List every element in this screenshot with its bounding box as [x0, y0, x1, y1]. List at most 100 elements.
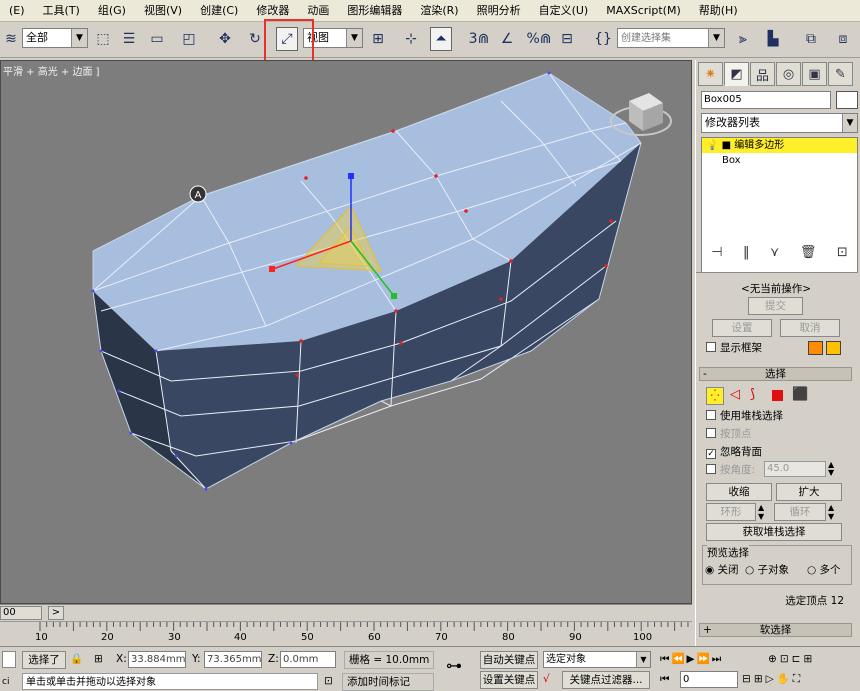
play-icon[interactable]: ▶ — [687, 653, 697, 665]
percent-snap-icon[interactable]: % ⋒ — [526, 27, 552, 51]
curve-editor-icon[interactable]: ⧈ — [832, 27, 854, 51]
preview-subobject-radio[interactable]: ○ 子对象 — [745, 562, 789, 577]
loop-button[interactable]: 循环 — [774, 503, 826, 521]
radio-icon[interactable]: ○ — [745, 564, 754, 576]
mirror-icon[interactable]: ⫸ — [732, 27, 754, 51]
key-selection-dropdown[interactable]: 选定对象 ▼ — [543, 651, 651, 668]
chevron-down-icon[interactable]: ▼ — [708, 29, 724, 47]
hand-icon[interactable]: ✋ — [777, 673, 793, 685]
menu-item[interactable]: 渲染(R) — [411, 0, 467, 22]
motion-tab-icon[interactable]: ◎ — [776, 62, 801, 86]
angle-snap-icon[interactable]: ∠ — [496, 27, 518, 51]
menu-item[interactable]: 视图(V) — [135, 0, 191, 22]
edge-level-icon[interactable]: ◁ — [730, 387, 740, 402]
time-slider[interactable]: 00 > — [0, 604, 692, 621]
show-end-result-icon[interactable]: ‖ — [743, 245, 750, 260]
cancel-button[interactable]: 取消 — [780, 319, 840, 337]
modify-tab-icon[interactable]: ◩ — [724, 62, 749, 86]
menu-item[interactable]: 图形编辑器 — [338, 0, 411, 22]
select-object-icon[interactable]: ⬚ — [92, 27, 114, 51]
viewport-canvas[interactable]: A — [1, 61, 692, 604]
lightbulb-icon[interactable]: 💡 — [706, 140, 718, 151]
create-tab-icon[interactable]: ✷ — [698, 62, 723, 86]
by-vertex-checkbox[interactable]: 按顶点 — [706, 427, 752, 441]
border-level-icon[interactable]: ⟆ — [750, 387, 755, 402]
named-selection-dropdown[interactable]: 创建选择集 ▼ — [617, 28, 725, 48]
zoom-all-icon[interactable]: ⊕ — [768, 653, 780, 665]
zoom-icon[interactable]: ⊞ — [754, 673, 766, 685]
checkbox-box[interactable] — [706, 428, 716, 438]
window-crossing-icon[interactable]: ◰ — [178, 27, 200, 51]
z-coord-field[interactable]: 0.0mm — [280, 651, 336, 668]
cage-selected-color-swatch[interactable] — [826, 341, 841, 355]
grow-button[interactable]: 扩大 — [776, 483, 842, 501]
radio-icon[interactable]: ○ — [807, 564, 816, 576]
chevron-down-icon[interactable]: ▼ — [842, 114, 857, 132]
time-slider-thumb[interactable]: 00 — [0, 606, 42, 620]
preview-multi-radio[interactable]: ○ 多个 — [807, 562, 841, 577]
ignore-backfacing-checkbox[interactable]: ✓ 忽略背面 — [706, 445, 762, 459]
checkbox-box[interactable] — [706, 464, 716, 474]
radio-selected-icon[interactable]: ◉ — [705, 564, 714, 576]
maxscript-listener-label[interactable]: ci — [2, 674, 9, 691]
walk-icon[interactable]: ⛶ — [793, 673, 803, 685]
key-filters-button[interactable]: 关键点过滤器... — [562, 671, 650, 689]
menu-item[interactable]: 组(G) — [89, 0, 135, 22]
get-stack-selection-button[interactable]: 获取堆栈选择 — [706, 523, 842, 541]
show-cage-checkbox[interactable]: 显示框架 — [706, 341, 762, 355]
chevron-down-icon[interactable]: ▼ — [71, 29, 87, 47]
use-stack-selection-checkbox[interactable]: 使用堆栈选择 — [706, 409, 783, 423]
align-icon[interactable]: ▙ — [762, 27, 784, 51]
selection-lock-icon[interactable]: 🔒 — [70, 651, 83, 668]
loop-spinner-icon[interactable]: ▲ ▼ — [828, 503, 838, 521]
collapse-icon[interactable]: - — [703, 368, 707, 380]
rotate-icon[interactable]: ↻ — [244, 27, 266, 51]
remove-modifier-icon[interactable]: 🗑 — [800, 245, 817, 260]
y-coord-field[interactable]: 73.365mm — [204, 651, 262, 668]
display-tab-icon[interactable]: ▣ — [802, 62, 827, 86]
auto-key-button[interactable]: 自动关键点 — [480, 651, 538, 669]
pin-stack-icon[interactable]: ⊣ — [711, 245, 722, 260]
menu-item[interactable]: 自定义(U) — [530, 0, 598, 22]
configure-sets-icon[interactable]: ⊡ — [837, 245, 848, 260]
chevron-down-icon[interactable]: ▼ — [346, 29, 362, 47]
selection-rollout-header[interactable]: - 选择 — [699, 367, 852, 381]
rect-selection-icon[interactable]: ▭ — [146, 27, 168, 51]
add-time-tag-button[interactable]: 添加时间标记 — [342, 673, 434, 691]
set-key-button[interactable]: 设置关键点 — [480, 671, 538, 689]
time-tag-icon[interactable]: ⊡ — [324, 673, 333, 690]
expand-icon[interactable]: ■ — [722, 140, 731, 151]
checkbox-box[interactable]: ✓ — [706, 449, 716, 459]
make-unique-icon[interactable]: ⋎ — [770, 245, 780, 260]
checkbox-box[interactable] — [706, 342, 716, 352]
next-key-icon[interactable]: ⏩ — [697, 653, 712, 665]
spinner-snap-icon[interactable]: ⊟ — [556, 27, 578, 51]
stack-item-edit-poly[interactable]: 💡 ■ 编辑多边形 — [702, 138, 857, 153]
next-frame-button[interactable]: > — [48, 606, 64, 620]
angle-value-field[interactable]: 45.0 — [764, 461, 826, 477]
current-frame-field[interactable]: 0 — [680, 671, 738, 688]
vertex-level-icon[interactable]: ⁛ — [706, 387, 724, 405]
viewport-label[interactable]: 平滑 + 高光 + 边面 ] — [3, 63, 100, 78]
pivot-center-icon[interactable]: ⊞ — [367, 27, 389, 51]
ring-button[interactable]: 环形 — [706, 503, 756, 521]
time-config-icon[interactable]: ⊟ — [742, 673, 754, 685]
x-coord-field[interactable]: 33.884mm — [128, 651, 186, 668]
move-icon[interactable]: ✥ — [214, 27, 236, 51]
modifier-list-dropdown[interactable]: 修改器列表 ▼ — [701, 113, 858, 133]
angle-spinner-icon[interactable]: ▲ ▼ — [828, 461, 838, 477]
shrink-button[interactable]: 收缩 — [706, 483, 772, 501]
preview-off-radio[interactable]: ◉ 关闭 — [705, 562, 739, 577]
absolute-mode-icon[interactable]: ⊞ — [94, 651, 103, 668]
pan-icon[interactable]: ▷ — [766, 673, 777, 685]
ring-spinner-icon[interactable]: ▲ ▼ — [758, 503, 768, 521]
goto-start-icon[interactable]: ⏮ — [660, 653, 671, 665]
layer-manager-icon[interactable]: ⧉ — [800, 27, 822, 51]
polygon-level-icon[interactable] — [772, 390, 783, 401]
expand-icon[interactable]: + — [703, 624, 712, 636]
key-mode-icon[interactable]: ⏮ — [660, 671, 669, 688]
select-by-name-icon[interactable]: ☰ — [118, 27, 140, 51]
soft-selection-rollout-header[interactable]: + 软选择 — [699, 623, 852, 637]
selection-filter-dropdown[interactable]: 全部 ▼ — [22, 28, 88, 48]
object-color-swatch[interactable] — [836, 91, 858, 109]
